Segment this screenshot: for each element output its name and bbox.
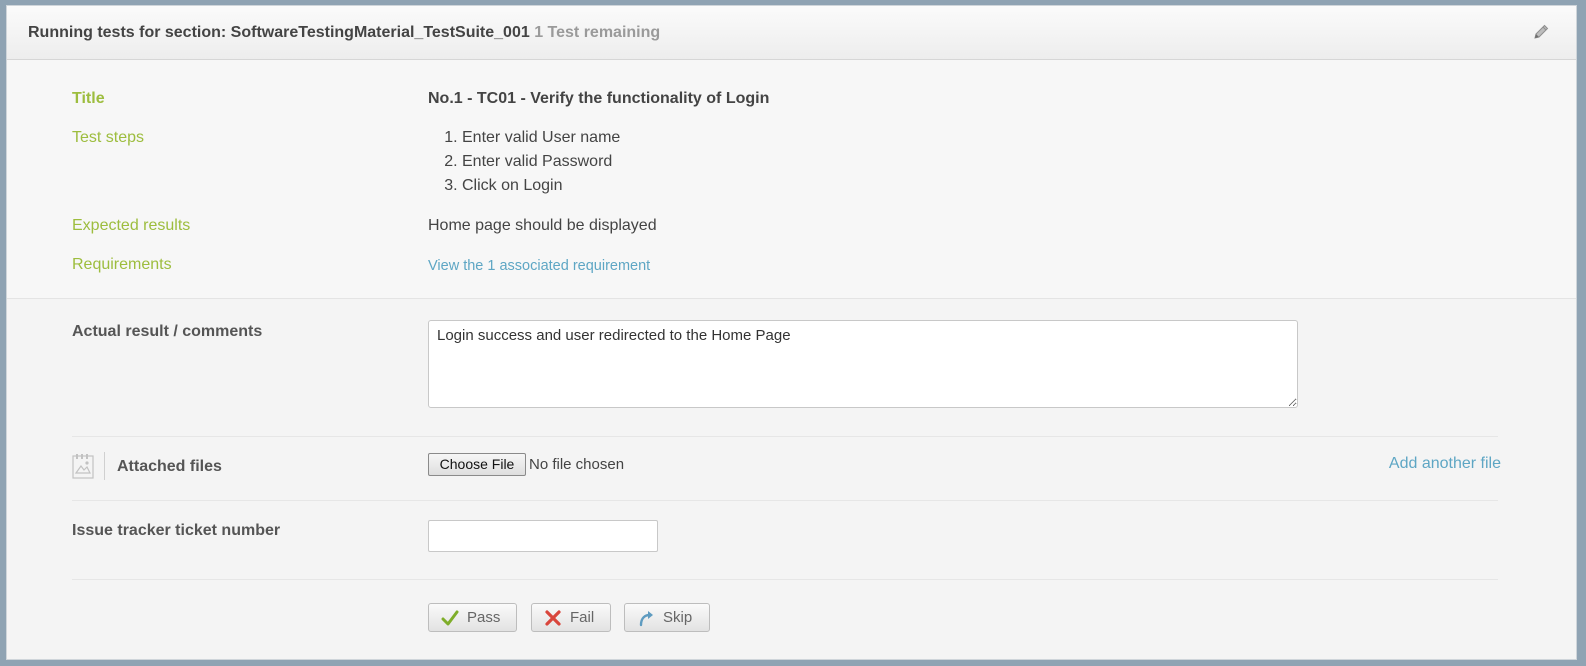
add-another-file-link[interactable]: Add another file bbox=[1389, 455, 1501, 473]
section-title: Running tests for section: SoftwareTesti… bbox=[28, 24, 530, 41]
test-step: Enter valid User name bbox=[462, 126, 620, 150]
test-case-title: No.1 - TC01 - Verify the functionality o… bbox=[428, 90, 770, 107]
expected-results-value: Home page should be displayed bbox=[428, 217, 657, 234]
cross-icon bbox=[545, 609, 561, 626]
skip-button[interactable]: Skip bbox=[624, 603, 710, 632]
panel-header: Running tests for section: SoftwareTesti… bbox=[7, 6, 1576, 60]
divider bbox=[72, 500, 1498, 501]
image-attachment-icon bbox=[72, 454, 94, 479]
comments-textarea[interactable]: Login success and user redirected to the… bbox=[428, 320, 1298, 408]
attached-files-label: Attached files bbox=[117, 458, 222, 475]
no-file-chosen-text: No file chosen bbox=[529, 456, 625, 473]
test-run-panel: Running tests for section: SoftwareTesti… bbox=[6, 5, 1577, 660]
test-step: Enter valid Password bbox=[462, 150, 620, 174]
fail-button[interactable]: Fail bbox=[531, 603, 611, 632]
comments-label: Actual result / comments bbox=[72, 323, 263, 340]
pencil-icon[interactable] bbox=[1532, 23, 1550, 41]
view-requirement-link[interactable]: View the 1 associated requirement bbox=[428, 258, 650, 274]
divider bbox=[72, 579, 1498, 580]
test-step: Click on Login bbox=[462, 174, 620, 198]
redo-arrow-icon bbox=[639, 610, 653, 626]
tests-remaining: 1 Test remaining bbox=[534, 24, 661, 41]
page-title: Running tests for section: SoftwareTesti… bbox=[28, 24, 660, 42]
divider bbox=[72, 436, 1498, 437]
test-steps-label: Test steps bbox=[72, 129, 145, 146]
pass-label: Pass bbox=[467, 609, 501, 626]
ticket-number-label: Issue tracker ticket number bbox=[72, 522, 281, 539]
expected-results-label: Expected results bbox=[72, 217, 191, 234]
title-label: Title bbox=[72, 90, 105, 107]
skip-label: Skip bbox=[663, 609, 693, 626]
divider bbox=[104, 452, 105, 480]
ticket-number-input[interactable] bbox=[428, 520, 658, 552]
requirements-label: Requirements bbox=[72, 256, 172, 273]
choose-file-button[interactable]: Choose File bbox=[428, 453, 526, 476]
pass-button[interactable]: Pass bbox=[428, 603, 517, 632]
fail-label: Fail bbox=[570, 609, 595, 626]
checkmark-icon bbox=[441, 610, 459, 625]
test-steps-list: Enter valid User name Enter valid Passwo… bbox=[428, 126, 620, 198]
test-case-details: Title No.1 - TC01 - Verify the functiona… bbox=[7, 60, 1576, 299]
